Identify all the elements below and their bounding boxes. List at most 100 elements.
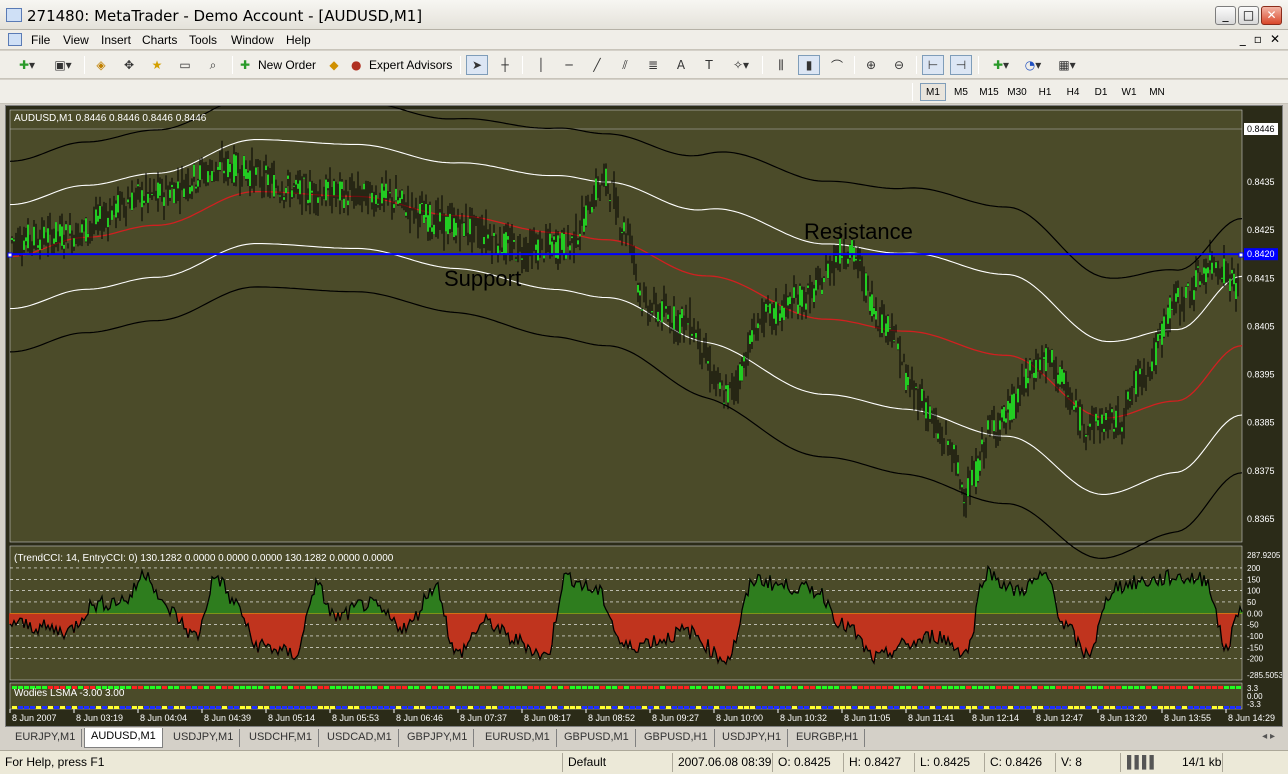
chart-window[interactable]: 200 150 100 50 0.00 -50 -100 -150 -200 287.9205 -2… (5, 105, 1283, 727)
candle-body (1177, 287, 1179, 297)
market-watch-icon[interactable]: ◈ (90, 55, 112, 75)
tab-eurjpy-m1[interactable]: EURJPY,M1 (9, 729, 83, 747)
timeframe-m5[interactable]: M5 (948, 83, 974, 101)
lsma-upper-dot (1080, 686, 1085, 689)
tab-eurusd-m1[interactable]: EURUSD,M1 (479, 729, 557, 747)
candle-body (447, 216, 449, 235)
line-chart-icon[interactable]: ⌒ (826, 55, 848, 75)
tab-gbpusd-h1[interactable]: GBPUSD,H1 (638, 729, 715, 747)
menu-tools[interactable]: Tools (189, 33, 217, 47)
templates-icon[interactable]: ▦▾ (1052, 55, 1082, 75)
trendline-icon[interactable]: ╱ (586, 55, 608, 75)
candle-body (197, 180, 199, 187)
new-chart-icon[interactable]: ✚ ▾ (12, 55, 42, 75)
menu-file[interactable]: File (31, 33, 50, 47)
mdi-restore-button[interactable]: ▫ (1254, 32, 1262, 46)
price-chart[interactable]: 200 150 100 50 0.00 -50 -100 -150 -200 287.9205 -2… (6, 106, 1282, 726)
tab-audusd-m1[interactable]: AUDUSD,M1 (84, 728, 163, 748)
lsma-lower-dot (1170, 706, 1175, 709)
tab-gbpjpy-m1[interactable]: GBPJPY,M1 (401, 729, 475, 747)
menu-help[interactable]: Help (286, 33, 311, 47)
timeframe-d1[interactable]: D1 (1088, 83, 1114, 101)
candle-body (691, 333, 693, 336)
timeframe-m30[interactable]: M30 (1004, 83, 1030, 101)
lsma-upper-dot (1032, 686, 1037, 689)
data-window-icon[interactable]: ★ (146, 55, 168, 75)
periods-icon[interactable]: ◔ ▾ (1018, 55, 1048, 75)
lsma-lower-dot (18, 706, 23, 709)
lsma-upper-dot (1116, 686, 1121, 689)
timeframe-h4[interactable]: H4 (1060, 83, 1086, 101)
chart-shift-icon[interactable]: ⊣ (950, 55, 972, 75)
lsma-lower-dot (468, 706, 473, 709)
lsma-lower-dot (336, 706, 341, 709)
timeframe-mn[interactable]: MN (1144, 83, 1170, 101)
candle-body (117, 195, 119, 213)
cursor-icon[interactable]: ➤ (466, 55, 488, 75)
candle-body (1127, 391, 1129, 400)
tab-usdjpy-h1[interactable]: USDJPY,H1 (716, 729, 789, 747)
tab-scroll-arrows[interactable]: ◂ ▸ (1262, 731, 1275, 742)
text-label-icon[interactable]: T (698, 55, 720, 75)
zoom-in-icon[interactable]: ⊕ (860, 55, 882, 75)
tab-eurgbp-h1[interactable]: EURGBP,H1 (790, 729, 866, 747)
candle-body (1007, 400, 1009, 410)
candle-body (61, 226, 63, 246)
tab-usdcad-m1[interactable]: USDCAD,M1 (321, 729, 399, 747)
lsma-lower-dot (840, 706, 845, 709)
timeframe-h1[interactable]: H1 (1032, 83, 1058, 101)
candle-body (929, 406, 931, 419)
menu-window[interactable]: Window (231, 33, 274, 47)
candlestick-icon[interactable]: ▮ (798, 55, 820, 75)
lsma-upper-dot (408, 686, 413, 689)
mdi-close-button[interactable]: ✕ (1270, 32, 1280, 46)
crosshair-icon[interactable]: ┼ (494, 55, 516, 75)
mdi-minimize-button[interactable]: _ (1240, 32, 1246, 46)
lsma-upper-dot (1206, 686, 1211, 689)
channel-icon[interactable]: ⫽ (614, 55, 636, 75)
candle-body (265, 165, 267, 171)
metaeditor-icon[interactable]: ◆ (323, 55, 345, 75)
menu-charts[interactable]: Charts (142, 33, 177, 47)
candle-body (1199, 281, 1201, 285)
lsma-upper-dot (336, 686, 341, 689)
text-icon[interactable]: A (670, 55, 692, 75)
expert-advisors-button[interactable]: ● Expert Advisors (351, 55, 452, 75)
horizontal-line-icon[interactable]: ─ (558, 55, 580, 75)
lsma-lower-dot (414, 706, 419, 709)
window-title: 271480: MetaTrader - Demo Account - [AUD… (27, 7, 423, 25)
arrows-icon[interactable]: ✧▾ (726, 55, 756, 75)
document-icon[interactable] (8, 33, 22, 46)
time-label: 8 Jun 06:46 (396, 713, 443, 723)
tab-usdjpy-m1[interactable]: USDJPY,M1 (167, 729, 241, 747)
candle-body (871, 294, 873, 317)
timeframe-w1[interactable]: W1 (1116, 83, 1142, 101)
new-order-button[interactable]: ✚ New Order (240, 55, 316, 75)
terminal-icon[interactable]: ▭ (174, 55, 196, 75)
minimize-button[interactable]: _ (1215, 6, 1236, 25)
maximize-button[interactable]: □ (1238, 6, 1259, 25)
autoscroll-icon[interactable]: ⊢ (922, 55, 944, 75)
timeframe-m15[interactable]: M15 (976, 83, 1002, 101)
bar-chart-icon[interactable]: ⫼ (770, 55, 792, 75)
zoom-out-icon[interactable]: ⊖ (888, 55, 910, 75)
profiles-icon[interactable]: ▣▾ (48, 55, 78, 75)
menu-insert[interactable]: Insert (101, 33, 131, 47)
lsma-lower-dot (720, 706, 725, 709)
tab-usdchf-m1[interactable]: USDCHF,M1 (243, 729, 319, 747)
navigator-icon[interactable]: ✥ (118, 55, 140, 75)
candle-body (427, 215, 429, 232)
fibonacci-icon[interactable]: ≣ (642, 55, 664, 75)
candle-body (1005, 418, 1007, 423)
timeframe-m1[interactable]: M1 (920, 83, 946, 101)
candle-body (1043, 357, 1045, 359)
candle-body (363, 183, 365, 190)
close-button[interactable]: ✕ (1261, 6, 1282, 25)
menu-view[interactable]: View (63, 33, 89, 47)
strategy-tester-icon[interactable]: ⌕ (202, 55, 224, 75)
candle-body (55, 222, 57, 242)
candle-body (773, 308, 775, 319)
vertical-line-icon[interactable]: │ (530, 55, 552, 75)
tab-gbpusd-m1[interactable]: GBPUSD,M1 (558, 729, 636, 747)
indicators-icon[interactable]: ✚ ▾ (986, 55, 1016, 75)
